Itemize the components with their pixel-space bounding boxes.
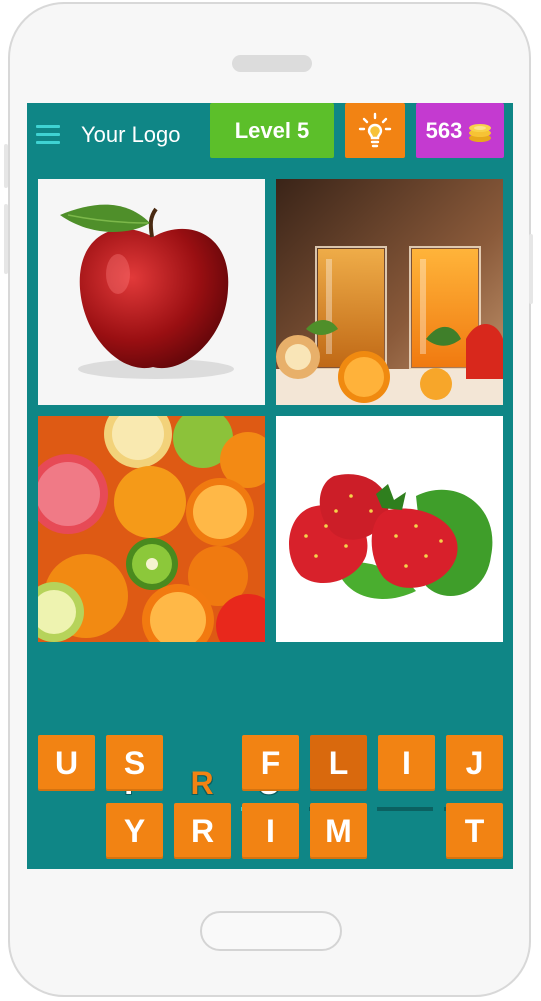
game-screen: Your Logo Level 5 563 R U S F L I J Y R … bbox=[27, 103, 513, 869]
answer-slot-5 bbox=[377, 807, 433, 811]
letter-key-f[interactable]: F bbox=[242, 735, 299, 791]
puzzle-image-juice bbox=[276, 179, 503, 405]
letter-key-t[interactable]: T bbox=[446, 803, 503, 859]
coin-stack-icon bbox=[469, 123, 492, 142]
phone-speaker bbox=[232, 55, 312, 72]
puzzle-image-apple bbox=[38, 179, 265, 405]
letter-key-r[interactable]: R bbox=[174, 803, 231, 859]
letter-key-i-2[interactable]: I bbox=[242, 803, 299, 859]
juice-image bbox=[276, 179, 503, 405]
letter-key-u[interactable]: U bbox=[38, 735, 95, 791]
coins-value: 563 bbox=[425, 117, 463, 143]
letter-key-i[interactable]: I bbox=[378, 735, 435, 791]
phone-power-button bbox=[529, 234, 533, 304]
puzzle-image-citrus bbox=[38, 416, 265, 642]
answer-letter-2[interactable]: R bbox=[174, 763, 230, 803]
letter-key-s[interactable]: S bbox=[106, 735, 163, 791]
phone-volume-button bbox=[4, 204, 8, 274]
lightbulb-icon bbox=[358, 112, 392, 147]
coins-counter[interactable]: 563 bbox=[416, 103, 504, 158]
level-label: Level 5 bbox=[234, 117, 310, 143]
letter-key-m[interactable]: M bbox=[310, 803, 367, 859]
phone-side-button bbox=[4, 144, 8, 188]
hint-button[interactable] bbox=[345, 103, 405, 158]
hamburger-icon[interactable] bbox=[36, 125, 60, 145]
citrus-image bbox=[38, 416, 265, 642]
letter-key-y[interactable]: Y bbox=[106, 803, 163, 859]
puzzle-image-strawberries bbox=[276, 416, 503, 642]
logo-text: Your Logo bbox=[81, 122, 181, 147]
phone-home-button[interactable] bbox=[200, 911, 342, 951]
letter-key-l[interactable]: L bbox=[310, 735, 367, 791]
letter-key-j[interactable]: J bbox=[446, 735, 503, 791]
apple-image bbox=[60, 204, 234, 379]
level-button[interactable]: Level 5 bbox=[210, 103, 334, 158]
header-bar: Your Logo Level 5 563 bbox=[27, 103, 513, 159]
strawberries-image bbox=[276, 416, 503, 642]
